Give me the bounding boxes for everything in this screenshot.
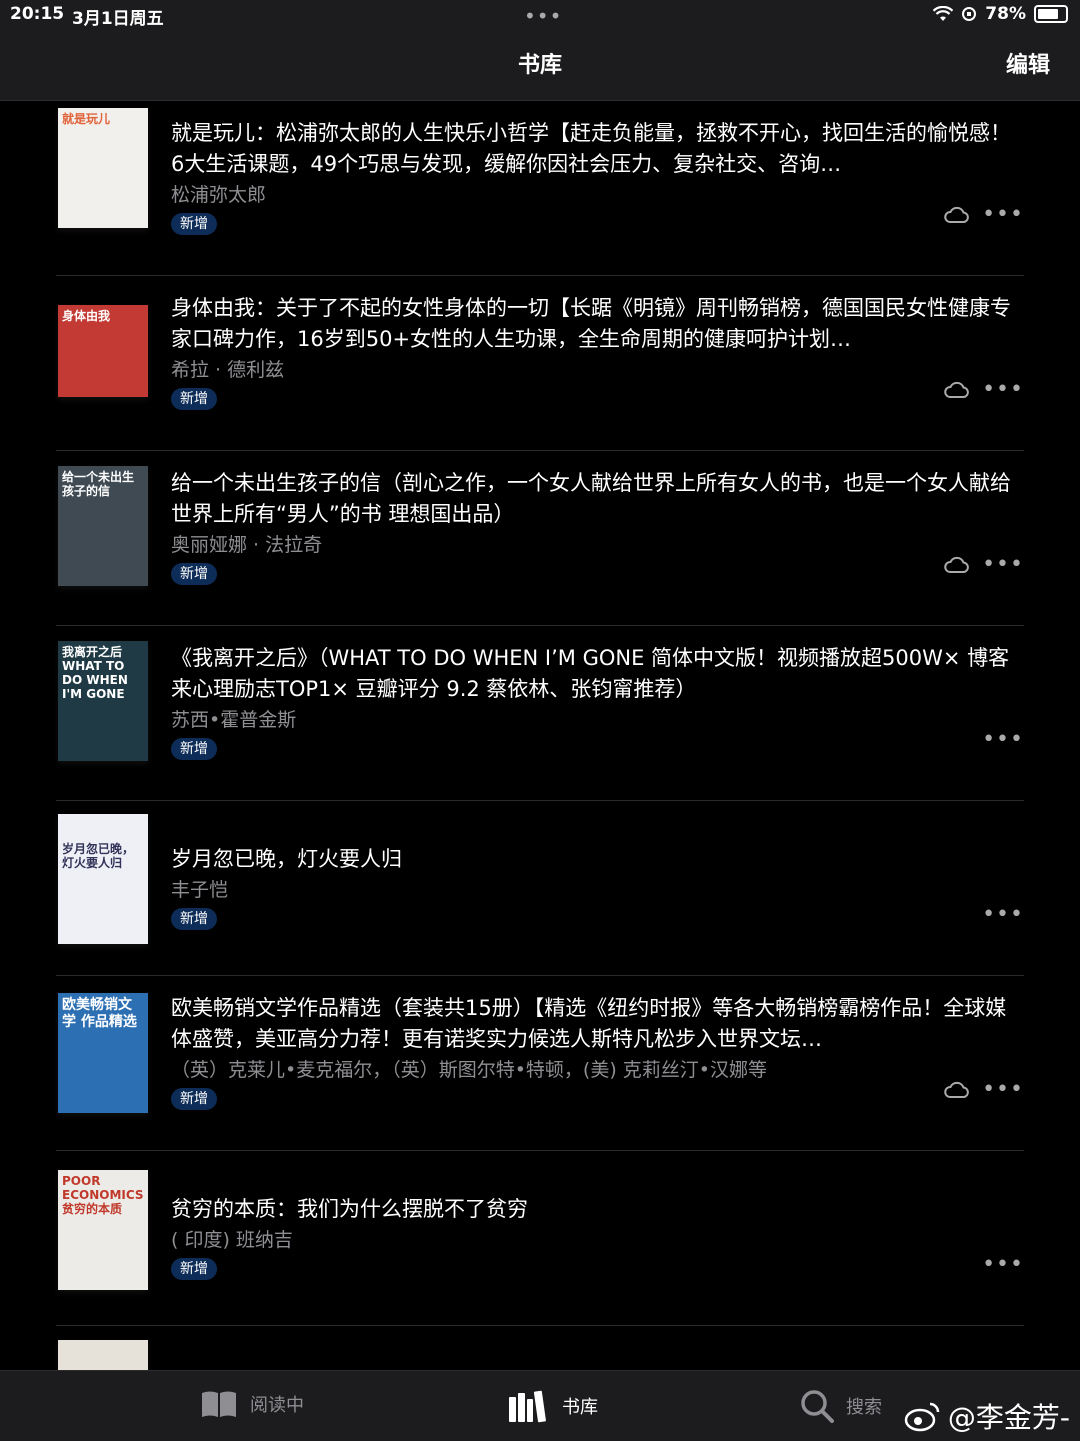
search-icon: [801, 1390, 834, 1423]
book-cover[interactable]: POOR ECONOMICS 贫穷的本质: [58, 1170, 148, 1290]
more-options-icon[interactable]: •••: [982, 204, 1024, 226]
book-title: 身体由我：关于了不起的女性身体的一切【长踞《明镜》周刊畅销榜，德国国民女性健康专…: [171, 296, 1011, 351]
book-title: 给一个未出生孩子的信（剖心之作，一个女人献给世界上所有女人的书，也是一个女人献给…: [171, 471, 1011, 526]
book-item[interactable]: POOR ECONOMICS 贫穷的本质 贫穷的本质：我们为什么摆脱不了贫穷 (…: [56, 1150, 1024, 1326]
book-author: 奥丽娅娜 · 法拉奇: [171, 534, 323, 556]
library-icon: [509, 1390, 546, 1423]
book-title: 贫穷的本质：我们为什么摆脱不了贫穷: [171, 1197, 528, 1221]
book-author: 丰子恺: [171, 879, 229, 901]
page-title: 书库: [517, 53, 562, 78]
book-item[interactable]: 就是玩儿 就是玩儿：松浦弥太郎的人生快乐小哲学【赶走负能量，拯救不开心，找回生活…: [56, 100, 1024, 276]
book-cover[interactable]: [58, 1340, 148, 1370]
book-author: 希拉 · 德利兹: [171, 359, 285, 381]
nav-bar: 书库 编辑: [0, 32, 1080, 101]
book-item[interactable]: 身体由我 身体由我：关于了不起的女性身体的一切【长踞《明镜》周刊畅销榜，德国国民…: [56, 275, 1024, 451]
book-cover[interactable]: 给一个未出生孩子的信: [58, 466, 148, 586]
tab-search[interactable]: 搜索: [800, 1389, 882, 1423]
book-cover[interactable]: 我离开之后 WHAT TO DO WHEN I'M GONE: [58, 641, 148, 761]
book-title: 岁月忽已晚，灯火要人归: [171, 847, 402, 871]
status-date: 3月1日周五: [72, 9, 164, 29]
new-badge: 新增: [171, 908, 217, 930]
book-title: 欧美畅销文学作品精选（套装共15册）【精选《纽约时报》等各大畅销榜霸榜作品！全球…: [171, 996, 1007, 1051]
watermark-text: @李金芳-: [947, 1401, 1070, 1434]
book-cover-text: 岁月忽已晚，灯火要人归: [62, 842, 135, 870]
battery-icon: [1034, 5, 1068, 23]
status-bar: 20:15 3月1日周五 ••• 78%: [0, 0, 1080, 32]
new-badge: 新增: [171, 388, 217, 410]
book-cover-text: POOR ECONOMICS 贫穷的本质: [62, 1174, 144, 1216]
book-cover-text: 欧美畅销文学 作品精选: [62, 997, 137, 1030]
book-author: 松浦弥太郎: [171, 184, 267, 206]
book-cover-text: 给一个未出生孩子的信: [62, 470, 135, 498]
watermark: @李金芳-: [904, 1396, 1070, 1436]
book-title: 《我离开之后》（WHAT TO DO WHEN I’M GONE 简体中文版！视…: [171, 646, 1010, 701]
more-options-icon[interactable]: •••: [982, 904, 1024, 926]
more-options-icon[interactable]: •••: [982, 729, 1024, 751]
book-cover-text: 身体由我: [62, 309, 111, 323]
tab-reading-now[interactable]: 阅读中: [200, 1389, 304, 1419]
more-options-icon[interactable]: •••: [982, 554, 1024, 576]
multitasking-dots-icon[interactable]: •••: [524, 4, 562, 28]
book-open-icon: [202, 1391, 236, 1417]
book-cover[interactable]: 欧美畅销文学 作品精选: [58, 993, 148, 1113]
status-time: 20:15: [10, 4, 65, 24]
orientation-lock-icon: [962, 7, 977, 21]
book-author: ( 印度) 班纳吉: [171, 1229, 293, 1251]
new-badge: 新增: [171, 1258, 217, 1280]
new-badge: 新增: [171, 738, 217, 760]
new-badge: 新增: [171, 1088, 217, 1110]
book-item-partial[interactable]: [56, 1325, 1024, 1370]
new-badge: 新增: [171, 563, 217, 585]
book-cover-text: 就是玩儿: [62, 112, 111, 126]
edit-button[interactable]: 编辑: [1006, 47, 1050, 79]
battery-percent: 78%: [985, 4, 1026, 24]
book-list[interactable]: 就是玩儿 就是玩儿：松浦弥太郎的人生快乐小哲学【赶走负能量，拯救不开心，找回生活…: [0, 100, 1080, 1370]
cloud-download-icon[interactable]: [944, 556, 970, 574]
book-author: 苏西•霍普金斯: [171, 709, 297, 731]
more-options-icon[interactable]: •••: [982, 379, 1024, 401]
cloud-download-icon[interactable]: [944, 381, 970, 399]
book-item[interactable]: 欧美畅销文学 作品精选 欧美畅销文学作品精选（套装共15册）【精选《纽约时报》等…: [56, 975, 1024, 1151]
wifi-icon: [933, 6, 954, 21]
tab-label: 阅读中: [250, 1395, 304, 1416]
book-cover-text: 我离开之后 WHAT TO DO WHEN I'M GONE: [62, 645, 128, 701]
book-cover[interactable]: 就是玩儿: [58, 108, 148, 228]
book-author: （英）克莱儿•麦克福尔，（英）斯图尔特•特顿，(美) 克莉丝汀•汉娜等: [171, 1059, 767, 1081]
weibo-logo-icon: [904, 1402, 940, 1432]
book-cover[interactable]: 身体由我: [58, 305, 148, 397]
book-item[interactable]: 给一个未出生孩子的信 给一个未出生孩子的信（剖心之作，一个女人献给世界上所有女人…: [56, 450, 1024, 626]
new-badge: 新增: [171, 213, 217, 235]
battery-level-fill: [1038, 9, 1058, 19]
more-options-icon[interactable]: •••: [982, 1254, 1024, 1276]
book-item[interactable]: 我离开之后 WHAT TO DO WHEN I'M GONE 《我离开之后》（W…: [56, 625, 1024, 801]
tab-library[interactable]: 书库: [508, 1389, 598, 1423]
tab-label: 搜索: [846, 1397, 882, 1418]
cloud-download-icon[interactable]: [944, 1081, 970, 1099]
cloud-download-icon[interactable]: [944, 206, 970, 224]
more-options-icon[interactable]: •••: [982, 1079, 1024, 1101]
tab-label: 书库: [562, 1397, 598, 1418]
book-title: 就是玩儿：松浦弥太郎的人生快乐小哲学【赶走负能量，拯救不开心，找回生活的愉悦感！…: [171, 121, 1011, 176]
book-item[interactable]: 岁月忽已晚，灯火要人归 岁月忽已晚，灯火要人归 丰子恺 新增 •••: [56, 800, 1024, 976]
book-cover[interactable]: 岁月忽已晚，灯火要人归: [58, 814, 148, 944]
